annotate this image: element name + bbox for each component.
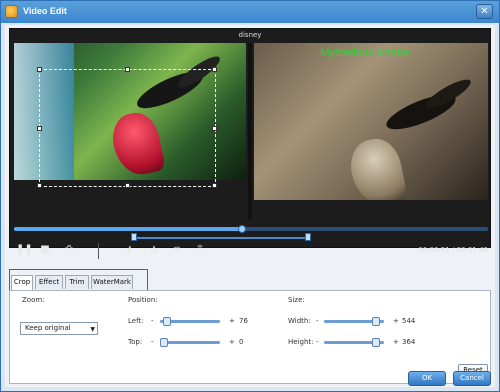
height-slider[interactable] [324,338,384,347]
width-plus[interactable]: + [393,317,399,325]
height-minus[interactable]: - [316,338,319,346]
flip-horizontal-icon[interactable]: ⇹ [170,243,184,257]
output-video: Mysterious Nature [254,43,488,200]
height-slider-knob[interactable] [372,338,380,347]
cancel-button[interactable]: Cancel [453,371,491,386]
crop-panel: Zoom: Keep original ▼ Position: Left: - … [9,290,491,384]
pause-icon[interactable]: ❚❚ [16,243,33,257]
playback-controls: ❚❚ ■ ⎙ ◭ ◮ ⇹ ⇳ 00:00:51 / 00:01:49 [10,243,490,263]
width-slider-knob[interactable] [372,317,380,326]
top-slider[interactable] [160,338,220,347]
window-title: Video Edit [23,6,67,16]
crop-handle-bottom[interactable] [125,183,130,188]
preview-title: disney [238,31,262,39]
app-icon [5,5,18,18]
crop-handle-bottom-right[interactable] [212,183,217,188]
flip-vertical-icon[interactable]: ⇳ [193,243,207,257]
left-minus[interactable]: - [151,317,154,325]
crop-handle-top[interactable] [125,67,130,72]
preview-divider [248,43,252,219]
crop-handle-left[interactable] [37,126,42,131]
top-label: Top: [128,338,143,346]
seek-bar[interactable] [14,225,488,233]
width-minus[interactable]: - [316,317,319,325]
height-value: 364 [402,338,416,346]
zoom-select[interactable]: Keep original ▼ [20,322,98,335]
position-label: Position: [128,296,158,304]
size-label: Size: [288,296,305,304]
top-slider-knob[interactable] [160,338,168,347]
left-plus[interactable]: + [229,317,235,325]
left-slider[interactable] [160,317,220,326]
seek-bar-knob[interactable] [237,225,246,233]
watermark-text: Mysterious Nature [320,47,410,59]
left-slider-knob[interactable] [163,317,171,326]
stop-icon[interactable]: ■ [38,243,52,257]
crop-handle-top-right[interactable] [212,67,217,72]
chevron-down-icon: ▼ [90,326,95,333]
top-minus[interactable]: - [151,338,154,346]
flower-image-sepia [345,134,409,200]
title-bar[interactable]: Video Edit ✕ [1,1,499,23]
controls-separator [98,243,99,259]
width-label: Width: [288,317,311,325]
video-edit-window: Video Edit ✕ disney Mysterious Nature ❚❚… [0,0,500,392]
preview-area: disney Mysterious Nature ❚❚ ■ ⎙ ◭ ◮ ⇹ ⇳ … [9,28,491,259]
total-time: 00:01:49 [456,246,488,254]
time-separator: / [451,246,455,254]
top-value: 0 [239,338,244,346]
ok-button[interactable]: OK [408,371,446,386]
crop-handle-bottom-left[interactable] [37,183,42,188]
close-button[interactable]: ✕ [476,4,493,19]
trim-end-marker[interactable] [305,233,311,241]
width-value: 544 [402,317,416,325]
zoom-label: Zoom: [22,296,45,304]
top-plus[interactable]: + [229,338,235,346]
trim-start-marker[interactable] [131,233,137,241]
crop-handle-top-left[interactable] [37,67,42,72]
height-label: Height: [288,338,314,346]
rotate-right-icon[interactable]: ◮ [147,243,161,257]
seek-bar-fill [14,227,242,231]
left-label: Left: [128,317,144,325]
current-time: 00:00:51 [418,246,450,254]
time-display: 00:00:51 / 00:01:49 [418,246,488,254]
zoom-select-value: Keep original [25,324,71,332]
close-icon: ✕ [480,6,489,17]
crop-rectangle[interactable] [37,67,217,188]
trim-range-bar[interactable] [131,233,311,241]
height-plus[interactable]: + [393,338,399,346]
left-value: 76 [239,317,248,325]
dialog-body: disney Mysterious Nature ❚❚ ■ ⎙ ◭ ◮ ⇹ ⇳ … [5,25,495,387]
width-slider[interactable] [324,317,384,326]
snapshot-icon[interactable]: ⎙ [62,243,76,257]
rotate-left-icon[interactable]: ◭ [123,243,137,257]
crop-handle-right[interactable] [212,126,217,131]
